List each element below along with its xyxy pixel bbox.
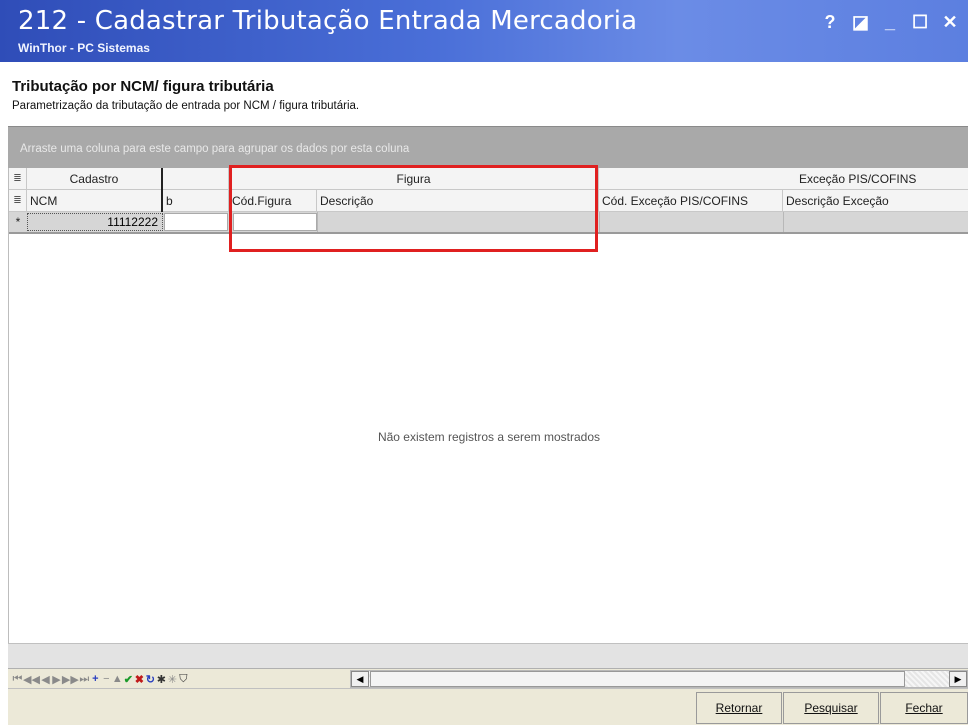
close-icon[interactable]: ✕ [942,12,958,33]
prior-icon[interactable]: ◀ [40,673,51,686]
cell-cod-figura-input[interactable] [233,213,317,231]
post-icon[interactable]: ✔ [123,673,134,686]
new-row-indicator: * [15,215,21,229]
group-by-panel[interactable]: Arraste uma coluna para este campo para … [8,126,968,168]
column-header-row: ≣ NCM b Cód.Figura Descrição Cód. Exceçã… [9,190,968,212]
band-figura[interactable]: Figura [229,168,599,190]
cell-divider [599,212,600,232]
goto-bookmark-icon[interactable]: ✳ [167,673,178,686]
column-ncm[interactable]: NCM [27,190,162,212]
band-divider [161,168,163,212]
prior-page-icon[interactable]: ◀◀ [23,673,40,686]
data-grid[interactable]: ≣ Cadastro Figura Exceção PIS/COFINS ≣ N… [8,168,968,643]
window-title: 212 - Cadastrar Tributação Entrada Merca… [18,6,638,36]
bookmark-icon[interactable]: ✱ [156,673,167,686]
band-excecao[interactable]: Exceção PIS/COFINS [599,168,968,190]
bottom-button-bar: Retornar Pesquisar Fechar [8,688,968,725]
maximize-icon[interactable]: ☐ [912,12,928,33]
last-icon[interactable]: ⏭ [79,673,90,686]
page-heading: Tributação por NCM/ figura tributária [12,78,274,95]
cell-divider [317,212,318,232]
delete-icon[interactable]: − [101,673,112,685]
page-description: Parametrização da tributação de entrada … [12,100,360,112]
help-icon[interactable]: ? [822,12,838,33]
column-b[interactable]: b [163,190,229,212]
title-bar: 212 - Cadastrar Tributação Entrada Merca… [0,0,968,62]
next-page-icon[interactable]: ▶▶ [62,673,79,686]
horizontal-scrollbar[interactable]: ◀ ▶ [350,670,968,688]
first-icon[interactable]: ⏮ [12,673,23,686]
band-header-row: ≣ Cadastro Figura Exceção PIS/COFINS [9,168,968,190]
column-descricao-excecao[interactable]: Descrição Exceção [783,190,968,212]
restore-icon[interactable]: ◪ [852,12,869,33]
pesquisar-label: Pesquisar [804,701,858,715]
cell-b-input[interactable] [164,213,228,231]
column-cod-excecao[interactable]: Cód. Exceção PIS/COFINS [599,190,783,212]
scroll-right-icon[interactable]: ▶ [949,671,967,687]
column-descricao[interactable]: Descrição [317,190,599,212]
pesquisar-button[interactable]: Pesquisar [783,692,879,724]
fechar-button[interactable]: Fechar [880,692,968,724]
retornar-label: Retornar [715,701,763,715]
minimize-icon[interactable]: _ [882,12,898,33]
window-subtitle: WinThor - PC Sistemas [18,41,150,55]
window-controls: ? ◪ _ ☐ ✕ [822,12,958,33]
column-indicator-icon[interactable]: ≣ [9,190,27,212]
new-record-row[interactable]: * 11112222 [9,212,968,234]
band-cadastro[interactable]: Cadastro [27,168,162,190]
fechar-label: Fechar [905,701,943,715]
cancel-icon[interactable]: ✖ [134,673,145,686]
filter-icon[interactable]: ⛉ [178,673,189,686]
insert-icon[interactable]: + [90,673,101,685]
next-icon[interactable]: ▶ [51,673,62,686]
scroll-thumb[interactable] [370,671,905,687]
band-indicator-icon[interactable]: ≣ [9,168,27,190]
edit-icon[interactable]: ▲ [112,673,123,685]
band-blank[interactable] [163,168,229,190]
cell-divider [783,212,784,232]
empty-grid-message: Não existem registros a serem mostrados [377,430,601,444]
header-panel: Tributação por NCM/ figura tributária Pa… [8,62,968,126]
retornar-button[interactable]: Retornar [696,692,782,724]
scroll-left-icon[interactable]: ◀ [351,671,369,687]
navigator-bar: ⏮ ◀◀ ◀ ▶ ▶▶ ⏭ + − ▲ ✔ ✖ ↻ ✱ ✳ ⛉ ◀ ▶ [8,668,968,688]
cell-ncm-input[interactable]: 11112222 [27,213,163,231]
group-by-hint: Arraste uma coluna para este campo para … [20,143,410,155]
grid-footer [8,643,968,668]
refresh-icon[interactable]: ↻ [145,673,156,686]
column-cod-figura[interactable]: Cód.Figura [229,190,317,212]
navigator-buttons: ⏮ ◀◀ ◀ ▶ ▶▶ ⏭ + − ▲ ✔ ✖ ↻ ✱ ✳ ⛉ [12,670,189,688]
